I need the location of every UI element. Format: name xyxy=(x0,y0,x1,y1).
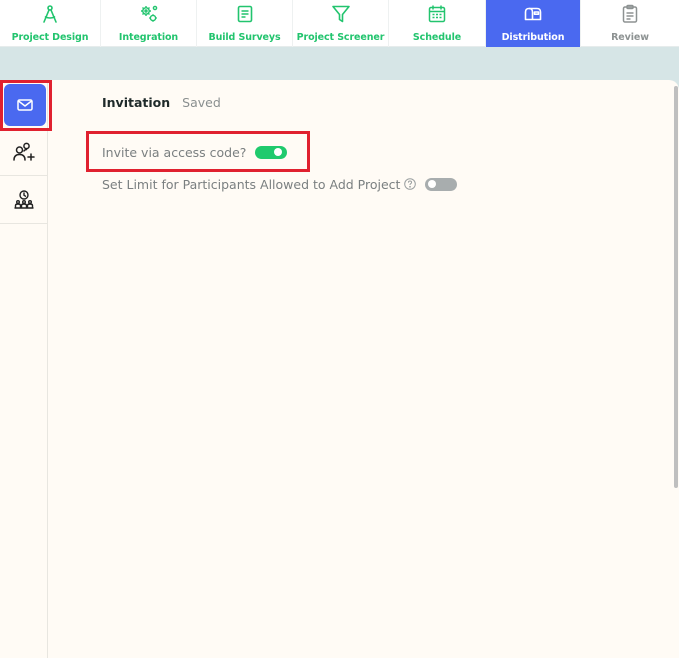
gears-icon xyxy=(140,5,157,22)
help-icon[interactable] xyxy=(404,178,417,190)
content-panel xyxy=(0,80,679,658)
access-code-setting: Invite via access code? xyxy=(102,143,288,161)
nav-distribution[interactable]: Distribution xyxy=(486,0,581,47)
nav-project-screener[interactable]: Project Screener xyxy=(293,0,389,47)
nav-schedule[interactable]: Schedule xyxy=(389,0,486,47)
clipboard-icon xyxy=(622,4,638,23)
nav-project-design[interactable]: Project Design xyxy=(0,0,101,47)
participant-limit-toggle[interactable] xyxy=(425,177,458,191)
nav-label: Review xyxy=(611,32,649,43)
compass-icon xyxy=(43,5,57,23)
access-code-label: Invite via access code? xyxy=(102,144,247,160)
sidebar-item-invitation[interactable] xyxy=(4,84,46,126)
filter-icon xyxy=(331,5,350,23)
add-user-icon xyxy=(13,142,35,161)
content-tabs: Invitation Saved xyxy=(102,95,221,110)
mailbox-icon xyxy=(524,7,542,21)
participant-limit-label: Set Limit for Participants Allowed to Ad… xyxy=(102,176,401,192)
scrollbar[interactable] xyxy=(674,86,678,488)
nav-label: Project Screener xyxy=(296,32,385,43)
toggle-knob xyxy=(274,148,283,156)
access-code-toggle[interactable] xyxy=(255,145,288,159)
envelope-icon xyxy=(17,99,33,111)
participant-limit-setting: Set Limit for Participants Allowed to Ad… xyxy=(102,175,458,193)
nav-integration[interactable]: Integration xyxy=(101,0,197,47)
sidebar-item-add-participant[interactable] xyxy=(0,128,48,176)
nav-build-surveys[interactable]: Build Surveys xyxy=(197,0,293,47)
nav-label: Project Design xyxy=(11,32,89,43)
nav-label: Build Surveys xyxy=(208,32,281,43)
tab-saved[interactable]: Saved xyxy=(182,95,221,110)
sidebar xyxy=(0,80,48,658)
sidebar-item-schedule-participants[interactable] xyxy=(0,176,48,224)
nav-label: Schedule xyxy=(412,32,462,43)
user-clock-icon xyxy=(14,189,34,209)
document-icon xyxy=(237,5,252,23)
toggle-knob xyxy=(428,180,437,188)
tab-invitation[interactable]: Invitation xyxy=(102,95,170,110)
calendar-icon xyxy=(428,5,446,23)
nav-label: Distribution xyxy=(501,32,565,43)
top-navigation: Project Design Integration Build Surveys… xyxy=(0,0,679,47)
nav-review[interactable]: Review xyxy=(581,0,679,47)
nav-label: Integration xyxy=(118,32,179,43)
